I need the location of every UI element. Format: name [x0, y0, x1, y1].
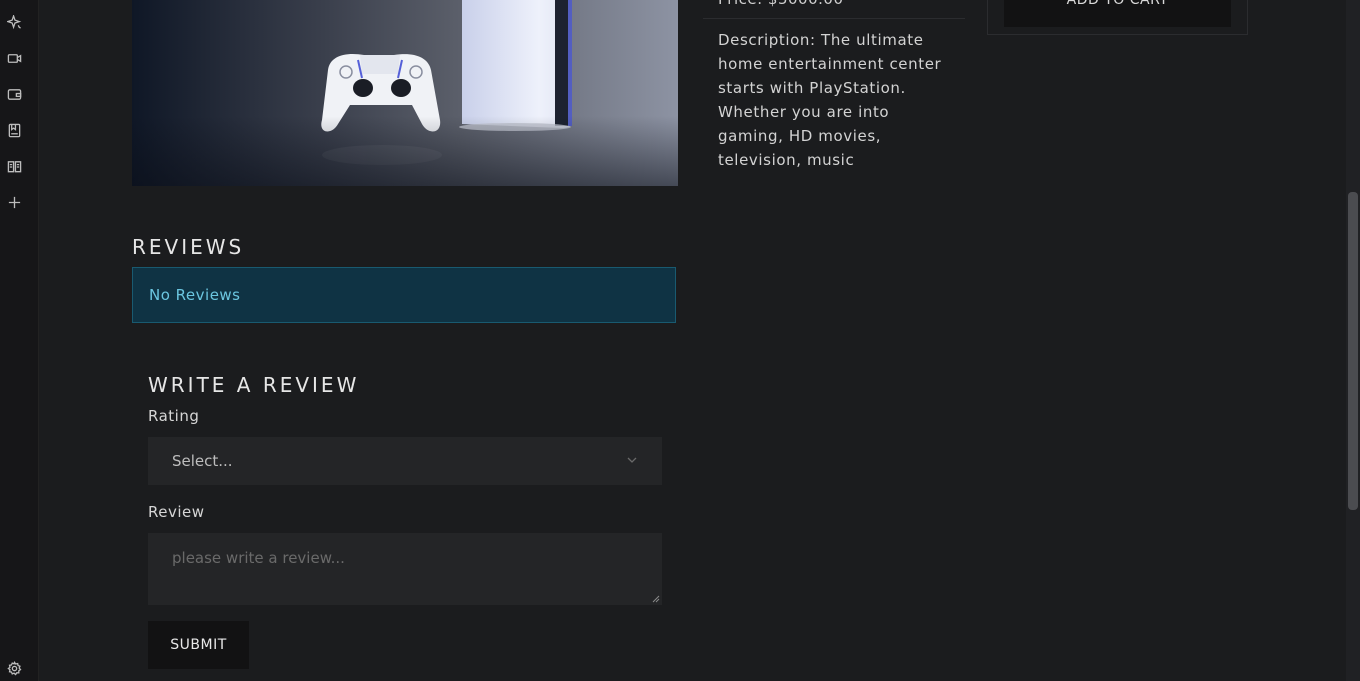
gear-icon[interactable] [5, 659, 23, 677]
add-to-cart-label: ADD TO CART [1066, 0, 1169, 8]
video-icon[interactable] [5, 49, 23, 67]
rating-select-value: Select... [172, 452, 233, 470]
price-row: Price: $5000.00 [703, 0, 965, 19]
rating-select[interactable]: Select... [148, 437, 662, 485]
cart-panel: ADD TO CART [987, 0, 1248, 35]
sparkle-icon[interactable] [5, 13, 23, 31]
page-scrollbar[interactable] [1346, 0, 1360, 681]
wallet-icon[interactable] [5, 85, 23, 103]
add-to-cart-button[interactable]: ADD TO CART [1004, 0, 1231, 27]
review-label: Review [148, 503, 205, 521]
review-textarea[interactable]: please write a review... [148, 533, 662, 605]
product-description: Description: The ultimate home entertain… [718, 31, 942, 169]
review-placeholder: please write a review... [172, 549, 345, 567]
no-reviews-alert: No Reviews [132, 267, 676, 323]
rating-label: Rating [148, 407, 200, 425]
left-sidebar [0, 0, 39, 681]
product-price: Price: $5000.00 [718, 0, 844, 8]
chevron-down-icon [627, 457, 637, 463]
plus-icon[interactable] [5, 193, 23, 211]
reviews-heading: REVIEWS [132, 235, 245, 259]
write-review-heading: WRITE A REVIEW [148, 373, 360, 397]
main-content: Price: $5000.00 Description: The ultimat… [38, 0, 1346, 681]
scrollbar-thumb[interactable] [1348, 192, 1358, 510]
product-image [132, 0, 678, 186]
book-open-icon[interactable] [5, 157, 23, 175]
bookmark-icon[interactable] [5, 121, 23, 139]
submit-button[interactable]: SUBMIT [148, 621, 249, 669]
resize-handle-icon[interactable] [652, 595, 660, 603]
